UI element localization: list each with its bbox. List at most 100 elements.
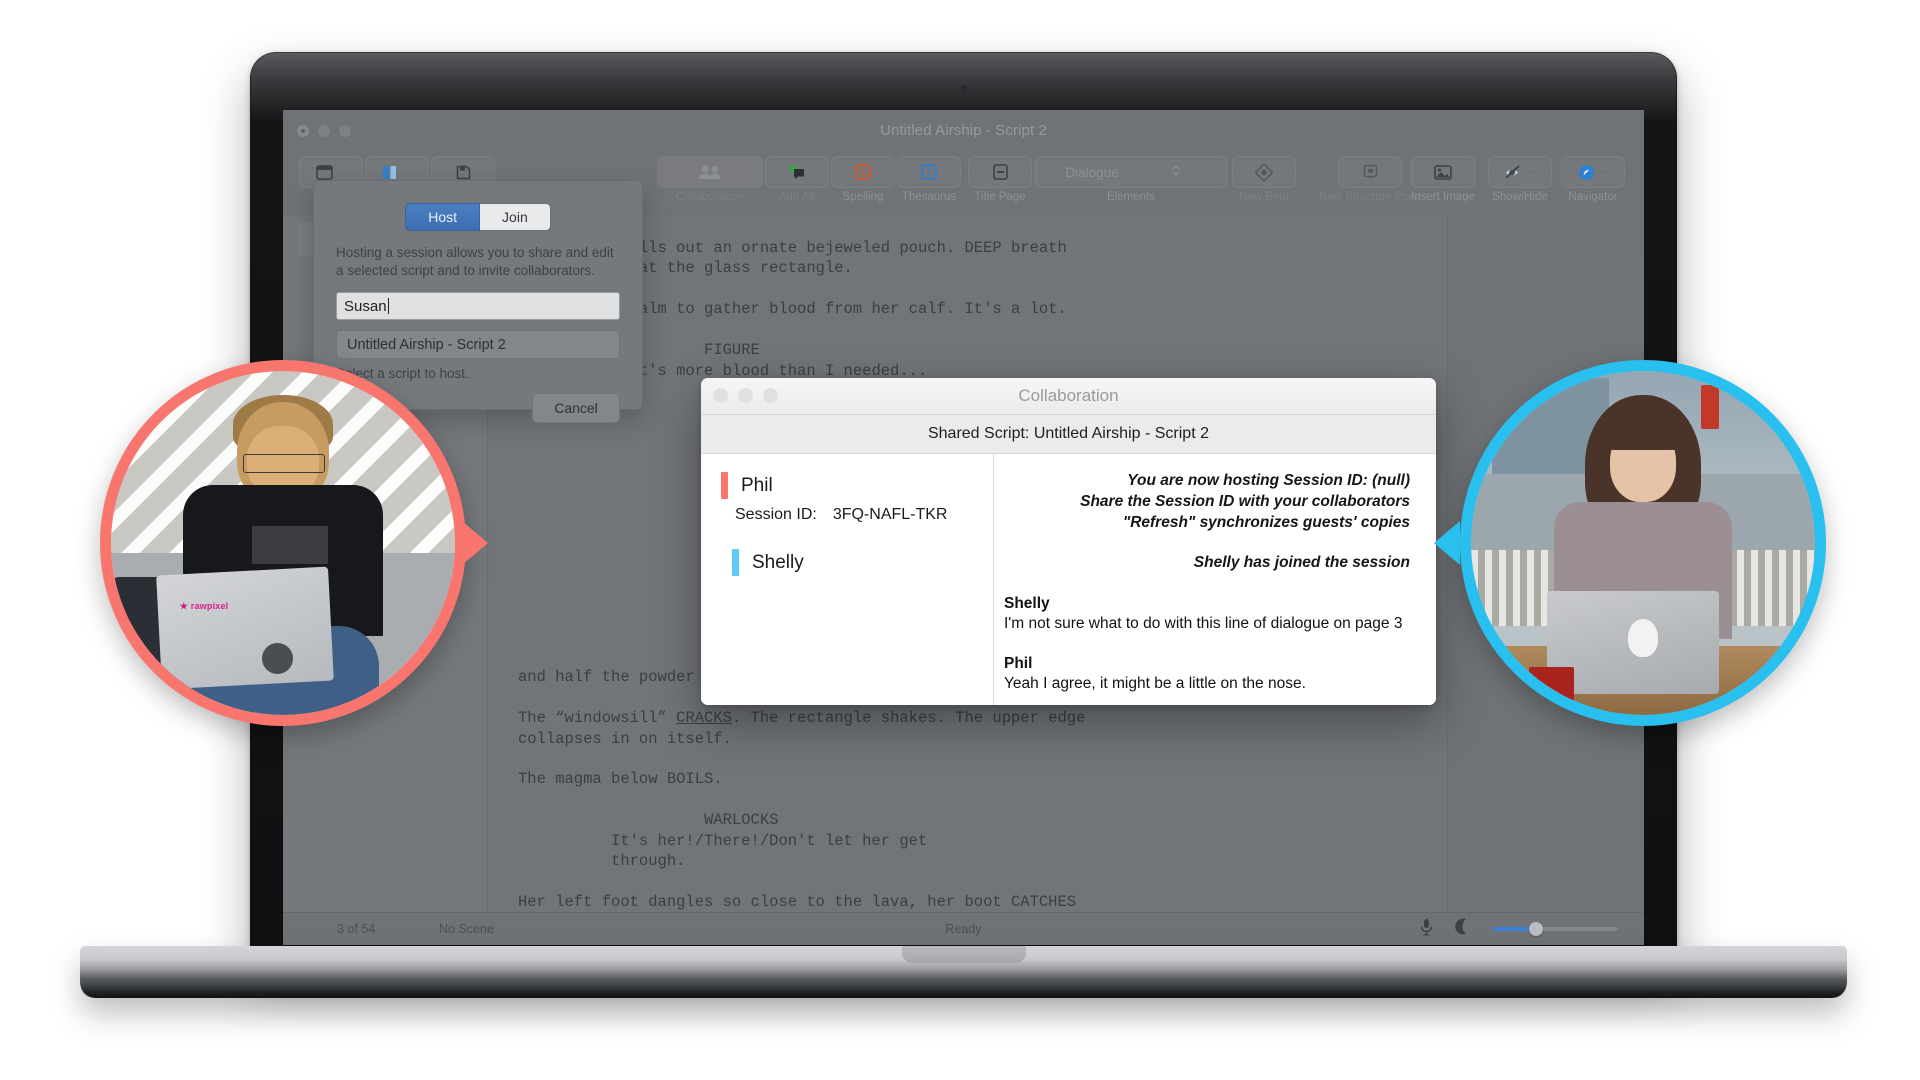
zoom-slider-knob[interactable]: [1529, 922, 1543, 936]
script-bottom-part2: . The rectangle shakes. The upper edge c…: [518, 709, 1086, 912]
zoom-slider[interactable]: [1493, 922, 1618, 936]
rawpixel-watermark: ★ rawpixel: [179, 600, 229, 611]
app-titlebar: Untitled Airship - Script 2: [283, 110, 1644, 154]
apple-logo-icon: [1627, 618, 1659, 657]
chevron-down-icon: [403, 168, 412, 177]
collaboration-shared-script: Shared Script: Untitled Airship - Script…: [701, 415, 1436, 454]
toolbar-item-thesaurus[interactable]: T Thesaurus: [897, 156, 961, 203]
system-message: Shelly has joined the session: [1193, 554, 1410, 572]
toolbar-label-thesaurus: Thesaurus: [901, 191, 957, 203]
left-participant-avatar[interactable]: ★ rawpixel: [100, 360, 488, 726]
system-message: Share the Session ID with your collabora…: [1080, 493, 1410, 511]
moon-icon[interactable]: [1455, 918, 1471, 940]
chevron-down-icon: [1528, 168, 1537, 177]
chat-text: Yeah I agree, it might be a little on th…: [1004, 675, 1306, 693]
toolbar-label-add-alt: Add Alt: [778, 191, 816, 203]
chat-author: Shelly: [1004, 595, 1050, 613]
toolbar-label-title-page: Title Page: [974, 191, 1026, 203]
collaboration-icon: [697, 164, 723, 180]
avatar-ring: [1460, 360, 1826, 726]
script-cracks-word: CRACKS: [676, 709, 732, 728]
right-participant-avatar[interactable]: [1434, 360, 1826, 726]
title-page-icon: [992, 164, 1008, 180]
app-statusbar: 3 of 54 No Scene Ready: [283, 912, 1644, 945]
toolbar-label-navigator: Navigator: [1568, 191, 1618, 203]
system-message: "Refresh" synchronizes guests' copies: [1122, 514, 1410, 532]
tab-join[interactable]: Join: [480, 203, 551, 231]
toolbar-label-spelling: Spelling: [842, 191, 884, 203]
text-caret: [387, 298, 389, 315]
host-name-input[interactable]: Susan: [336, 292, 620, 321]
cancel-button[interactable]: Cancel: [532, 393, 620, 424]
navigator-icon: [1578, 164, 1595, 181]
chevron-down-icon: [338, 168, 347, 177]
toolbar-label-insert-image: Insert Image: [1411, 191, 1475, 203]
toolbar-item-collaboration[interactable]: Collaboration: [657, 156, 763, 203]
new-beat-icon: [1255, 163, 1273, 181]
toolbar-item-insert-image[interactable]: Insert Image: [1404, 156, 1482, 203]
split-icon: [382, 165, 398, 180]
photo-woman-with-laptop: [1471, 371, 1815, 715]
spelling-icon: A: [855, 164, 871, 180]
svg-text:A: A: [860, 168, 867, 179]
collaboration-window[interactable]: Collaboration Shared Script: Untitled Ai…: [701, 378, 1436, 705]
toolbar-group-collab: Collaboration Add Alt A Spelling T Thesa…: [657, 156, 961, 203]
avatar-ring: ★ rawpixel: [100, 360, 466, 726]
elements-value: Dialogue: [1065, 164, 1119, 180]
chat-author: Phil: [1004, 655, 1033, 673]
microphone-icon[interactable]: [1420, 918, 1433, 941]
chat-panel[interactable]: You are now hosting Session ID: (null) S…: [994, 454, 1436, 705]
toolbar-item-title-page[interactable]: Title Page: [967, 156, 1033, 203]
toolbar-label-show-hide: Show/Hide: [1492, 191, 1548, 203]
status-right-controls: [1420, 918, 1618, 941]
toolbar-label-elements: Elements: [1107, 191, 1155, 203]
participants-panel: Phil Session ID: 3FQ-NAFL-TKR Shelly: [701, 454, 994, 705]
toolbar-item-elements[interactable]: Dialogue Elements: [1035, 156, 1227, 203]
script-text-top: The Figure pulls out an ornate bejeweled…: [518, 239, 1067, 380]
toolbar-item-new-beat[interactable]: New Beat: [1229, 156, 1299, 203]
toolbar-item-spelling[interactable]: A Spelling: [831, 156, 895, 203]
participant-name: Shelly: [752, 551, 804, 573]
participant-name: Phil: [741, 474, 773, 496]
save-icon: [456, 165, 471, 180]
chat-text: I'm not sure what to do with this line o…: [1004, 615, 1403, 633]
host-join-segmented-control[interactable]: Host Join: [336, 203, 620, 231]
toolbar-item-show-hide[interactable]: Show/Hide: [1484, 156, 1556, 203]
stepper-icon[interactable]: [1134, 163, 1218, 181]
host-script-select[interactable]: Untitled Airship - Script 2: [336, 330, 620, 360]
collaboration-window-title: Collaboration: [1018, 386, 1119, 405]
participant-color-swatch: [721, 472, 728, 499]
participant-phil[interactable]: Phil: [701, 472, 993, 499]
app-title: Untitled Airship - Script 2: [880, 122, 1047, 139]
toolbar-item-add-alt[interactable]: Add Alt: [765, 156, 829, 203]
system-message: You are now hosting Session ID: (null): [1127, 472, 1410, 489]
session-id-value: 3FQ-NAFL-TKR: [832, 506, 948, 523]
avatar-pointer-right: [1434, 521, 1460, 565]
avatar-pointer-left: [462, 521, 488, 565]
session-id-row: Session ID: 3FQ-NAFL-TKR: [701, 506, 993, 524]
add-alt-icon: [789, 164, 806, 180]
views-icon: [315, 164, 333, 180]
toolbar-group-right: Insert Image Show/Hide Navigator: [1404, 156, 1628, 203]
laptop-base: [80, 946, 1847, 998]
show-hide-icon: [1504, 164, 1523, 180]
toolbar-label-collaboration: Collaboration: [676, 191, 744, 203]
screenshot-stage: Untitled Airship - Script 2 Collaboratio…: [0, 0, 1920, 1080]
host-description: Hosting a session allows you to share an…: [336, 245, 614, 279]
chevron-down-icon: [1600, 168, 1609, 177]
participant-color-swatch: [732, 549, 739, 576]
participant-shelly[interactable]: Shelly: [701, 549, 993, 576]
tab-host[interactable]: Host: [405, 203, 481, 231]
avatar-photo: ★ rawpixel: [111, 371, 455, 715]
photo-man-with-laptop: ★ rawpixel: [111, 371, 455, 715]
laptop-camera-icon: [960, 85, 967, 92]
host-name-value: Susan: [344, 297, 387, 315]
toolbar-label-new-beat: New Beat: [1239, 191, 1289, 203]
svg-text:T: T: [926, 168, 932, 179]
collaboration-body: Phil Session ID: 3FQ-NAFL-TKR Shelly You …: [701, 454, 1436, 705]
host-script-value: Untitled Airship - Script 2: [347, 336, 506, 353]
session-id-label: Session ID:: [735, 506, 817, 523]
insert-image-icon: [1434, 164, 1452, 180]
elements-popup-button[interactable]: Dialogue: [1035, 156, 1227, 188]
toolbar-item-navigator[interactable]: Navigator: [1558, 156, 1628, 203]
